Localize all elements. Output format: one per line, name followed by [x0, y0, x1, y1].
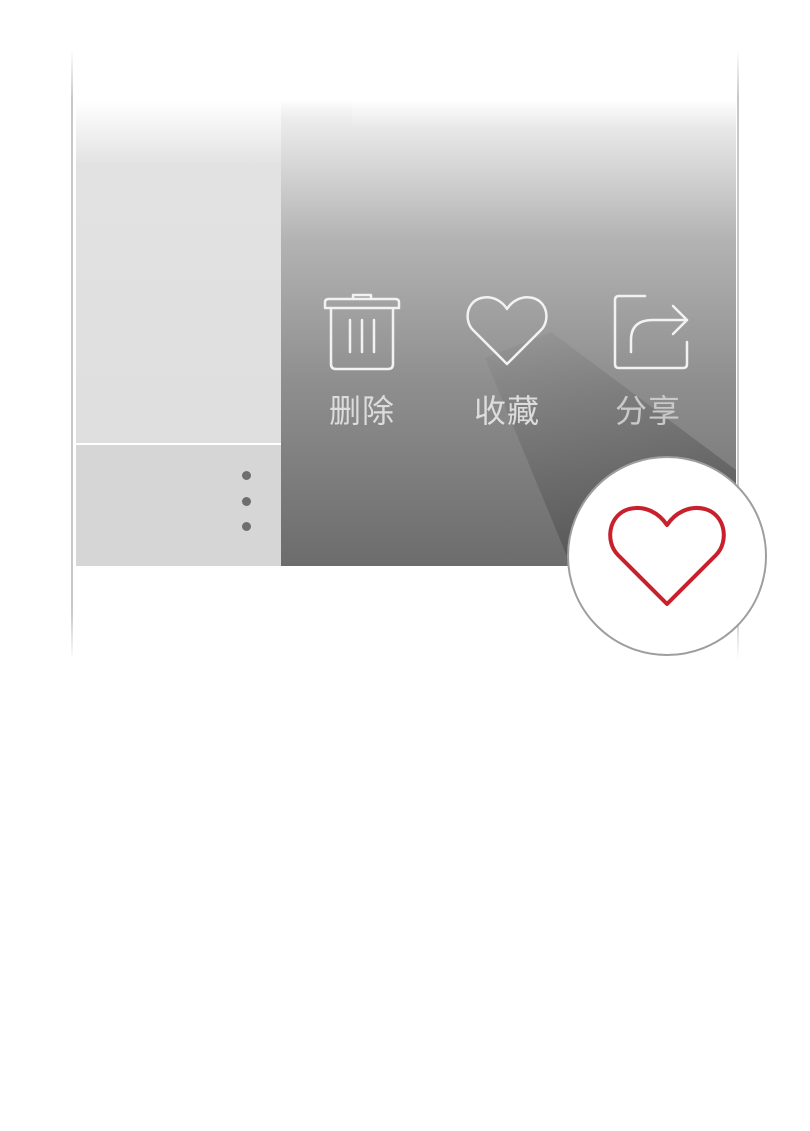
- heart-icon: [608, 506, 726, 606]
- delete-button[interactable]: 删除: [297, 290, 427, 440]
- share-icon: [613, 294, 689, 370]
- heart-icon: [466, 296, 548, 366]
- share-button[interactable]: 分享: [583, 290, 713, 440]
- favorite-zoom-callout: [567, 456, 767, 656]
- share-label: 分享: [614, 392, 681, 430]
- more-vertical-icon[interactable]: [237, 471, 255, 531]
- favorite-label: 收藏: [473, 392, 540, 430]
- device-frame-left-edge: [71, 50, 73, 660]
- delete-label: 删除: [328, 392, 395, 430]
- favorite-button[interactable]: 收藏: [442, 290, 572, 440]
- trash-icon: [323, 293, 401, 371]
